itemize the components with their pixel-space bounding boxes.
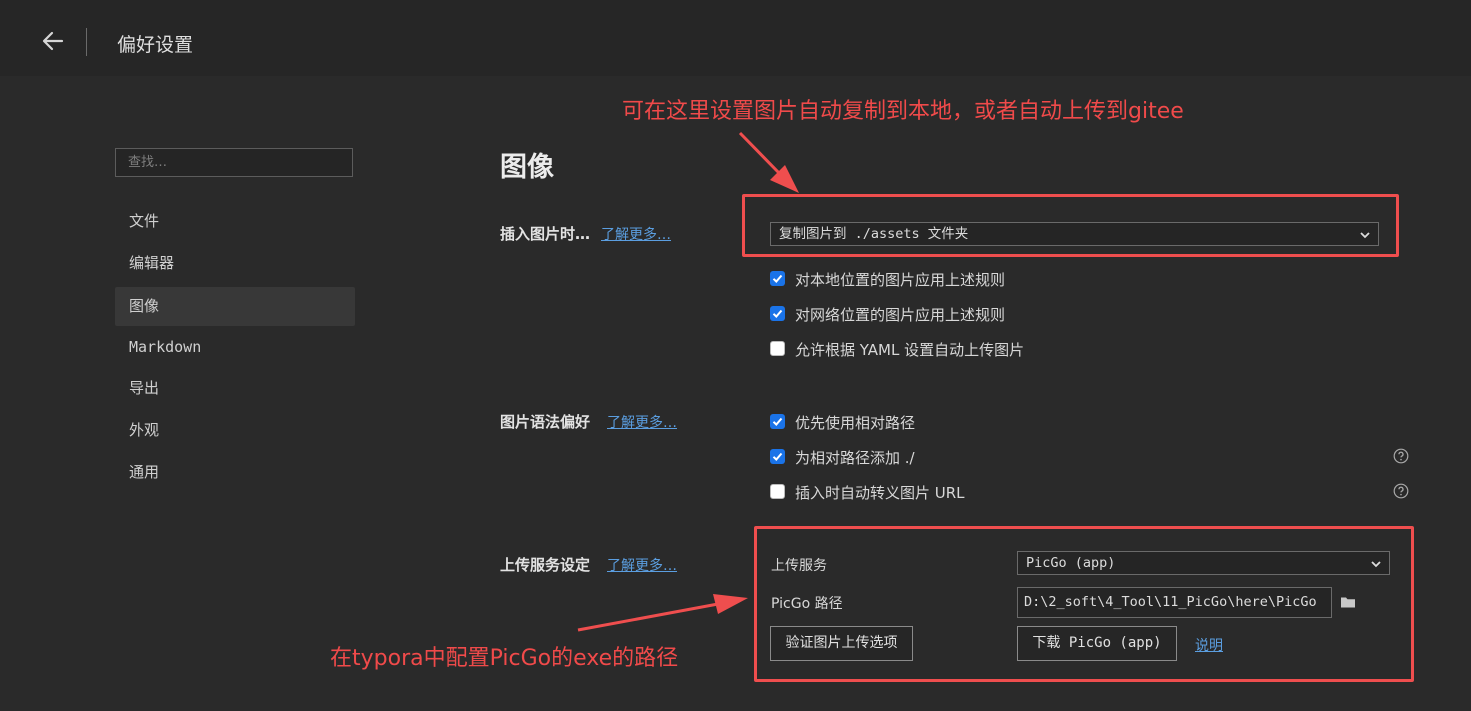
annotation-arrows <box>577 131 799 632</box>
annotation-arrow-bottom <box>577 602 719 632</box>
annotation-arrowhead-bottom <box>713 594 748 614</box>
annotation-arrow-top <box>738 131 782 176</box>
